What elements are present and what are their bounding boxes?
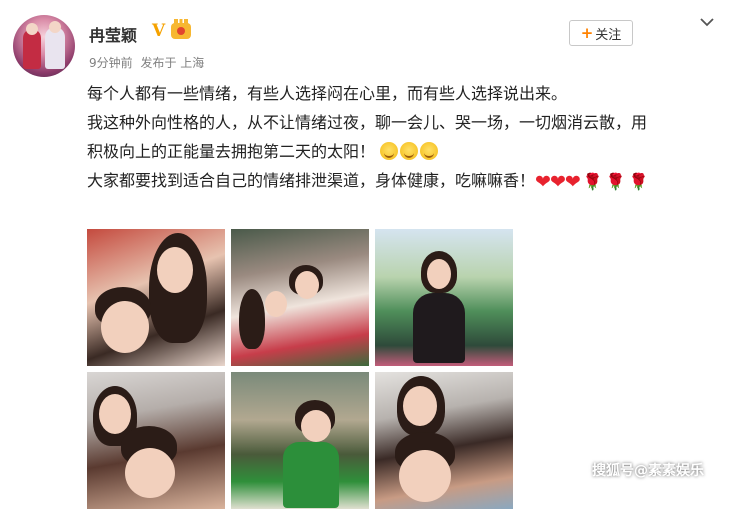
photo-hair (239, 289, 265, 349)
photo-1[interactable] (87, 229, 225, 366)
smile-emoji-icon (380, 142, 399, 160)
photo-body (413, 293, 465, 363)
photo-grid (87, 229, 513, 509)
rose-emoji-icon: 🌹 (628, 172, 649, 191)
chevron-down-icon[interactable] (699, 14, 715, 30)
photo-face (125, 448, 175, 498)
photo-face (403, 386, 437, 426)
photo-face (295, 271, 319, 299)
watermark: 搜狐号@素素娱乐 (592, 463, 704, 479)
post-line: 积极向上的正能量去拥抱第二天的太阳！ (87, 142, 376, 161)
avatar[interactable] (13, 15, 75, 77)
photo-6[interactable] (375, 372, 513, 509)
photo-face (101, 301, 149, 353)
post-source: 发布于 上海 (140, 56, 205, 70)
photo-4[interactable] (87, 372, 225, 509)
rose-emoji-icon: 🌹 (582, 172, 603, 191)
heart-emoji-icon: ❤ (564, 171, 581, 193)
photo-5[interactable] (231, 372, 369, 509)
plus-icon: + (580, 24, 594, 42)
photo-face (265, 291, 287, 317)
post-time[interactable]: 9分钟前 (89, 56, 133, 70)
avatar-head-right (49, 21, 61, 33)
heart-emoji-icon: ❤ (535, 171, 551, 193)
avatar-head-left (26, 23, 38, 35)
member-crown-icon (171, 19, 191, 39)
username[interactable]: 冉莹颖 (89, 22, 137, 46)
verified-badge-icon: V (152, 21, 166, 41)
photo-body (283, 442, 339, 508)
photo-face (427, 259, 451, 289)
avatar-figure-right (45, 27, 65, 69)
photo-3[interactable] (375, 229, 513, 366)
smile-emoji-icon (420, 142, 439, 160)
photo-face (99, 394, 131, 434)
post-line: 我这种外向性格的人，从不让情绪过夜，聊一会儿、哭一场，一切烟消云散，用 (87, 113, 648, 132)
photo-2[interactable] (231, 229, 369, 366)
follow-button[interactable]: + 关注 (569, 20, 633, 46)
heart-emoji-icon: ❤ (549, 171, 566, 193)
rose-emoji-icon: 🌹 (605, 172, 626, 191)
smile-emoji-icon (400, 142, 419, 160)
post-line-with-emoji: 大家都要找到适合自己的情绪排泄渠道，身体健康，吃嘛嘛香！❤❤❤ 🌹 🌹 🌹 (87, 166, 727, 197)
post-line: 大家都要找到适合自己的情绪排泄渠道，身体健康，吃嘛嘛香！ (87, 171, 536, 190)
photo-face (157, 247, 193, 293)
post-text: 每个人都有一些情绪，有些人选择闷在心里，而有些人选择说出来。 我这种外向性格的人… (87, 79, 727, 197)
photo-face (301, 410, 331, 442)
photo-face (399, 450, 451, 502)
follow-label: 关注 (595, 27, 622, 43)
post-meta: 9分钟前 发布于 上海 (89, 54, 208, 71)
avatar-figure-left (23, 29, 41, 69)
post-line: 每个人都有一些情绪，有些人选择闷在心里，而有些人选择说出来。 (87, 84, 568, 103)
post-line-with-emoji: 积极向上的正能量去拥抱第二天的太阳！ (87, 137, 727, 166)
